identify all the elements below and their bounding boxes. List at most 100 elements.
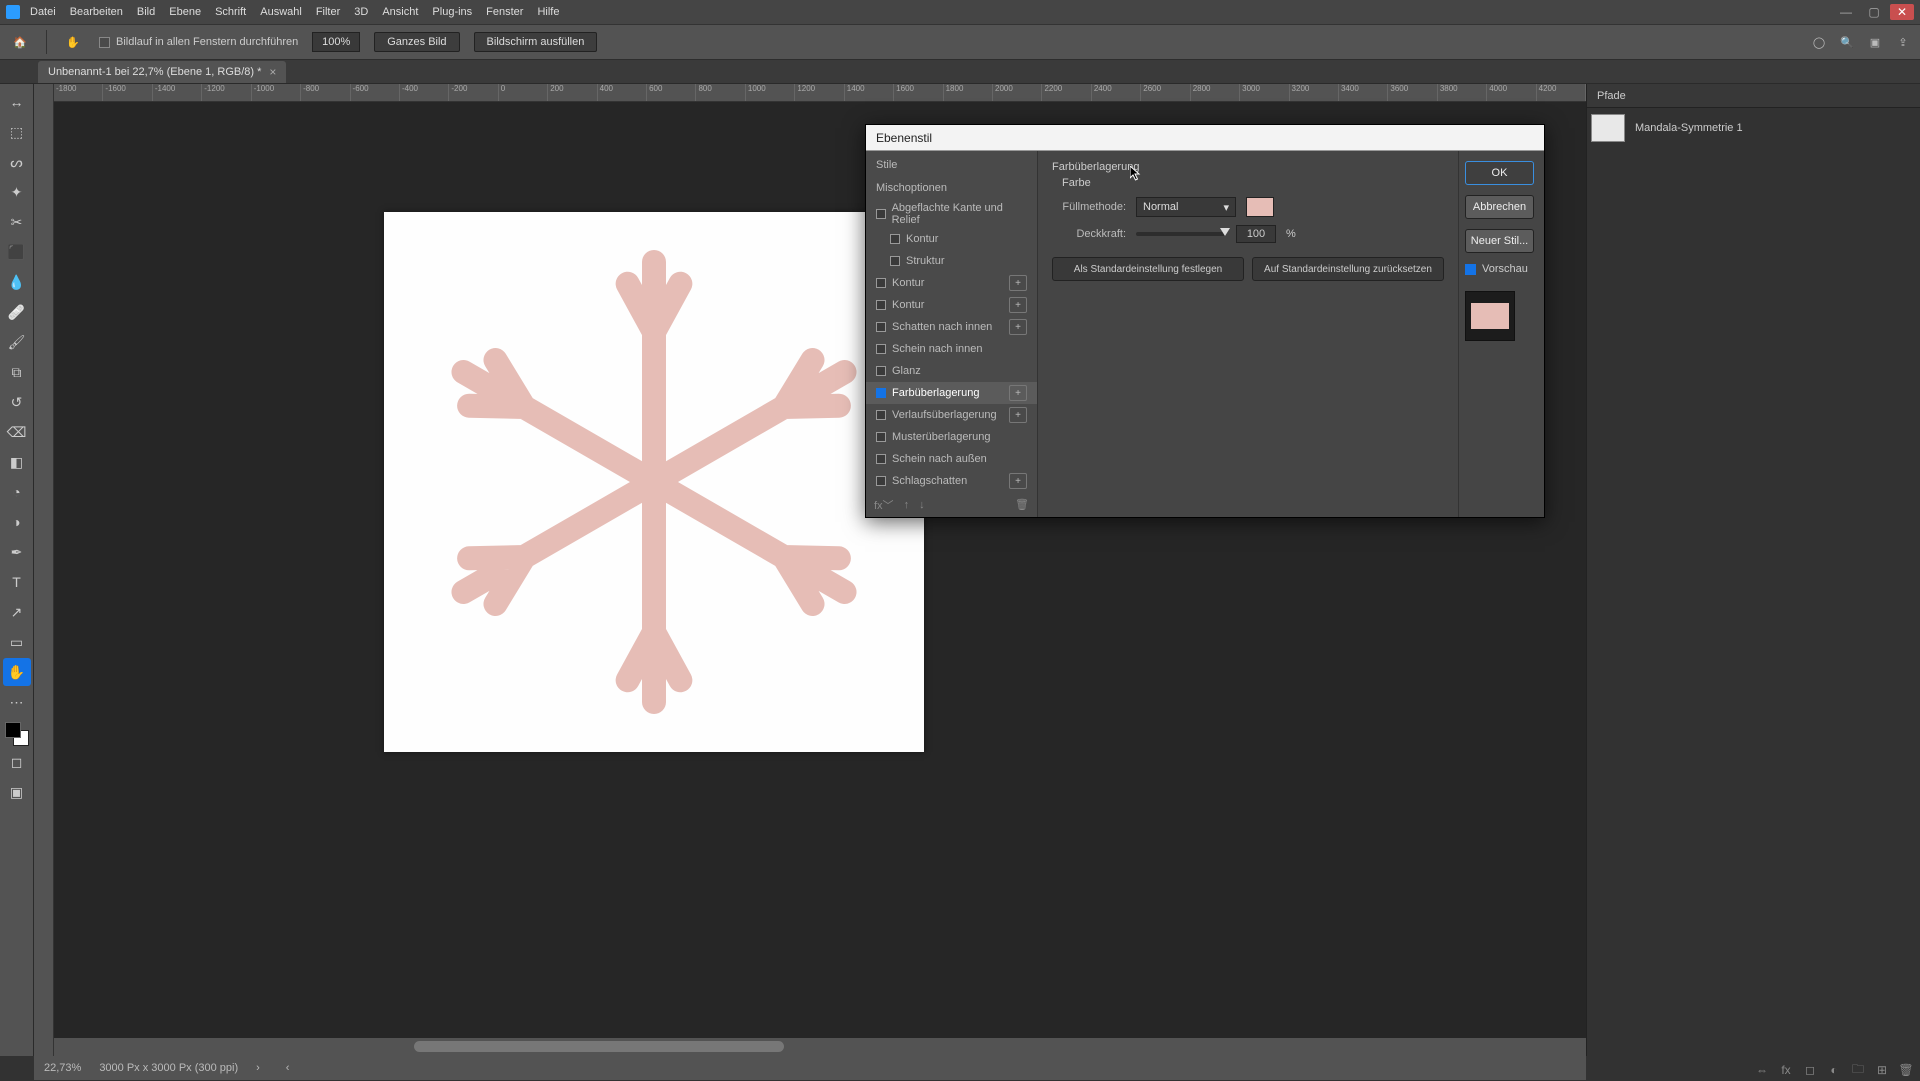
move-up-icon[interactable]: ↑ [904,499,910,511]
add-instance-icon[interactable]: + [1009,385,1027,401]
checkbox-icon[interactable] [876,432,886,442]
style-inner-shadow[interactable]: Schatten nach innen+ [866,316,1037,338]
menu-datei[interactable]: Datei [30,6,56,18]
search-icon[interactable]: 🔍 [1838,33,1856,51]
style-bevel-kontur[interactable]: Kontur [866,228,1037,250]
tool-pen[interactable]: ✒ [3,538,31,566]
checkbox-icon[interactable] [876,410,886,420]
trash-icon[interactable]: 🗑 [1898,1062,1914,1078]
menu-ansicht[interactable]: Ansicht [382,6,418,18]
fx-menu-icon[interactable]: fx﹀ [874,497,894,513]
overlay-color-swatch[interactable] [1246,197,1274,217]
tool-frame[interactable]: ⬛ [3,238,31,266]
workspace-icon[interactable]: ▣ [1866,33,1884,51]
checkbox-icon[interactable] [99,37,110,48]
window-close-icon[interactable]: ✕ [1890,4,1914,20]
menu-3d[interactable]: 3D [354,6,368,18]
reset-default-button[interactable]: Auf Standardeinstellung zurücksetzen [1252,257,1444,281]
opacity-slider[interactable] [1136,232,1226,236]
add-instance-icon[interactable]: + [1009,297,1027,313]
style-bevel[interactable]: Abgeflachte Kante und Relief [866,199,1037,228]
add-instance-icon[interactable]: + [1009,473,1027,489]
mask-icon[interactable]: ◻ [1802,1062,1818,1078]
ruler-horizontal[interactable]: -1800-1600-1400-1200-1000-800-600-400-20… [54,84,1586,102]
tool-type[interactable]: T [3,568,31,596]
style-blend-options[interactable]: Mischoptionen [866,177,1037,199]
menu-plugins[interactable]: Plug-ins [432,6,472,18]
tool-blur[interactable]: ◔ [3,478,31,506]
make-default-button[interactable]: Als Standardeinstellung festlegen [1052,257,1244,281]
hand-tool-icon[interactable]: ✋ [61,30,85,54]
tool-lasso[interactable]: ᔕ [3,148,31,176]
checkbox-icon[interactable] [876,278,886,288]
blend-mode-select[interactable]: Normal ▾ [1136,197,1236,217]
tool-crop[interactable]: ✂ [3,208,31,236]
checkbox-icon[interactable] [876,300,886,310]
scrollbar-horizontal[interactable] [54,1038,1586,1056]
quickmask-icon[interactable]: ◻ [3,748,31,776]
ruler-vertical[interactable] [34,84,54,1056]
share-icon[interactable]: ⇪ [1894,33,1912,51]
tool-history[interactable]: ↺ [3,388,31,416]
menu-hilfe[interactable]: Hilfe [537,6,559,18]
close-tab-icon[interactable]: × [269,65,276,79]
menu-fenster[interactable]: Fenster [486,6,523,18]
tool-path[interactable]: ↗ [3,598,31,626]
panel-tab-paths[interactable]: Pfade [1587,84,1920,108]
tool-eyedrop[interactable]: 💧 [3,268,31,296]
new-layer-icon[interactable]: ⊞ [1874,1062,1890,1078]
tool-move[interactable]: ↔ [3,88,31,116]
checkbox-icon[interactable] [876,366,886,376]
checkbox-icon[interactable] [876,344,886,354]
tool-hand[interactable]: ✋ [3,658,31,686]
fit-image-button[interactable]: Ganzes Bild [374,32,459,52]
checkbox-icon[interactable] [890,256,900,266]
scroll-all-windows-checkbox[interactable]: Bildlauf in allen Fenstern durchführen [99,36,298,48]
trash-icon[interactable]: 🗑 [1015,498,1029,511]
style-outer-glow[interactable]: Schein nach außen [866,448,1037,470]
cloud-docs-icon[interactable]: ◯ [1810,33,1828,51]
fg-color-swatch[interactable] [5,722,21,738]
tool-rect[interactable]: ▭ [3,628,31,656]
adjustment-icon[interactable]: ◐ [1826,1062,1842,1078]
status-zoom[interactable]: 22,73% [44,1062,81,1074]
folder-icon[interactable]: 🗀 [1850,1062,1866,1078]
path-item-row[interactable]: Mandala-Symmetrie 1 [1587,108,1920,148]
style-bevel-struktur[interactable]: Struktur [866,250,1037,272]
tool-gradient[interactable]: ◧ [3,448,31,476]
style-inner-glow[interactable]: Schein nach innen [866,338,1037,360]
fit-screen-button[interactable]: Bildschirm ausfüllen [474,32,598,52]
tool-wand[interactable]: ✦ [3,178,31,206]
menu-auswahl[interactable]: Auswahl [260,6,302,18]
menu-filter[interactable]: Filter [316,6,340,18]
scrollbar-thumb[interactable] [414,1041,784,1052]
checkbox-icon[interactable] [876,388,886,398]
style-color-overlay[interactable]: Farbüberlagerung+ [866,382,1037,404]
opacity-value[interactable]: 100 [1236,225,1276,243]
menu-bearbeiten[interactable]: Bearbeiten [70,6,123,18]
status-more-icon[interactable]: › [256,1062,260,1074]
menu-ebene[interactable]: Ebene [169,6,201,18]
fx-icon[interactable]: fx [1778,1062,1794,1078]
new-style-button[interactable]: Neuer Stil... [1465,229,1534,253]
move-down-icon[interactable]: ↓ [919,499,925,511]
menu-bild[interactable]: Bild [137,6,155,18]
style-drop-shadow[interactable]: Schlagschatten+ [866,470,1037,492]
home-icon[interactable]: 🏠 [8,30,32,54]
tool-stamp[interactable]: ⧉ [3,358,31,386]
checkbox-icon[interactable] [890,234,900,244]
add-instance-icon[interactable]: + [1009,275,1027,291]
slider-knob-icon[interactable] [1220,228,1230,236]
tool-retouch[interactable]: 🩹 [3,298,31,326]
ok-button[interactable]: OK [1465,161,1534,185]
window-maximize-icon[interactable]: ▢ [1862,4,1886,20]
cancel-button[interactable]: Abbrechen [1465,195,1534,219]
fg-bg-swatch[interactable] [5,722,29,746]
document-tab[interactable]: Unbenannt-1 bei 22,7% (Ebene 1, RGB/8) *… [38,61,286,83]
tool-dodge[interactable]: ◑ [3,508,31,536]
style-gradient-overlay[interactable]: Verlaufsüberlagerung+ [866,404,1037,426]
tool-artboard[interactable]: ⬚ [3,118,31,146]
tool-eraser[interactable]: ⌫ [3,418,31,446]
add-instance-icon[interactable]: + [1009,319,1027,335]
style-stroke-1[interactable]: Kontur+ [866,272,1037,294]
